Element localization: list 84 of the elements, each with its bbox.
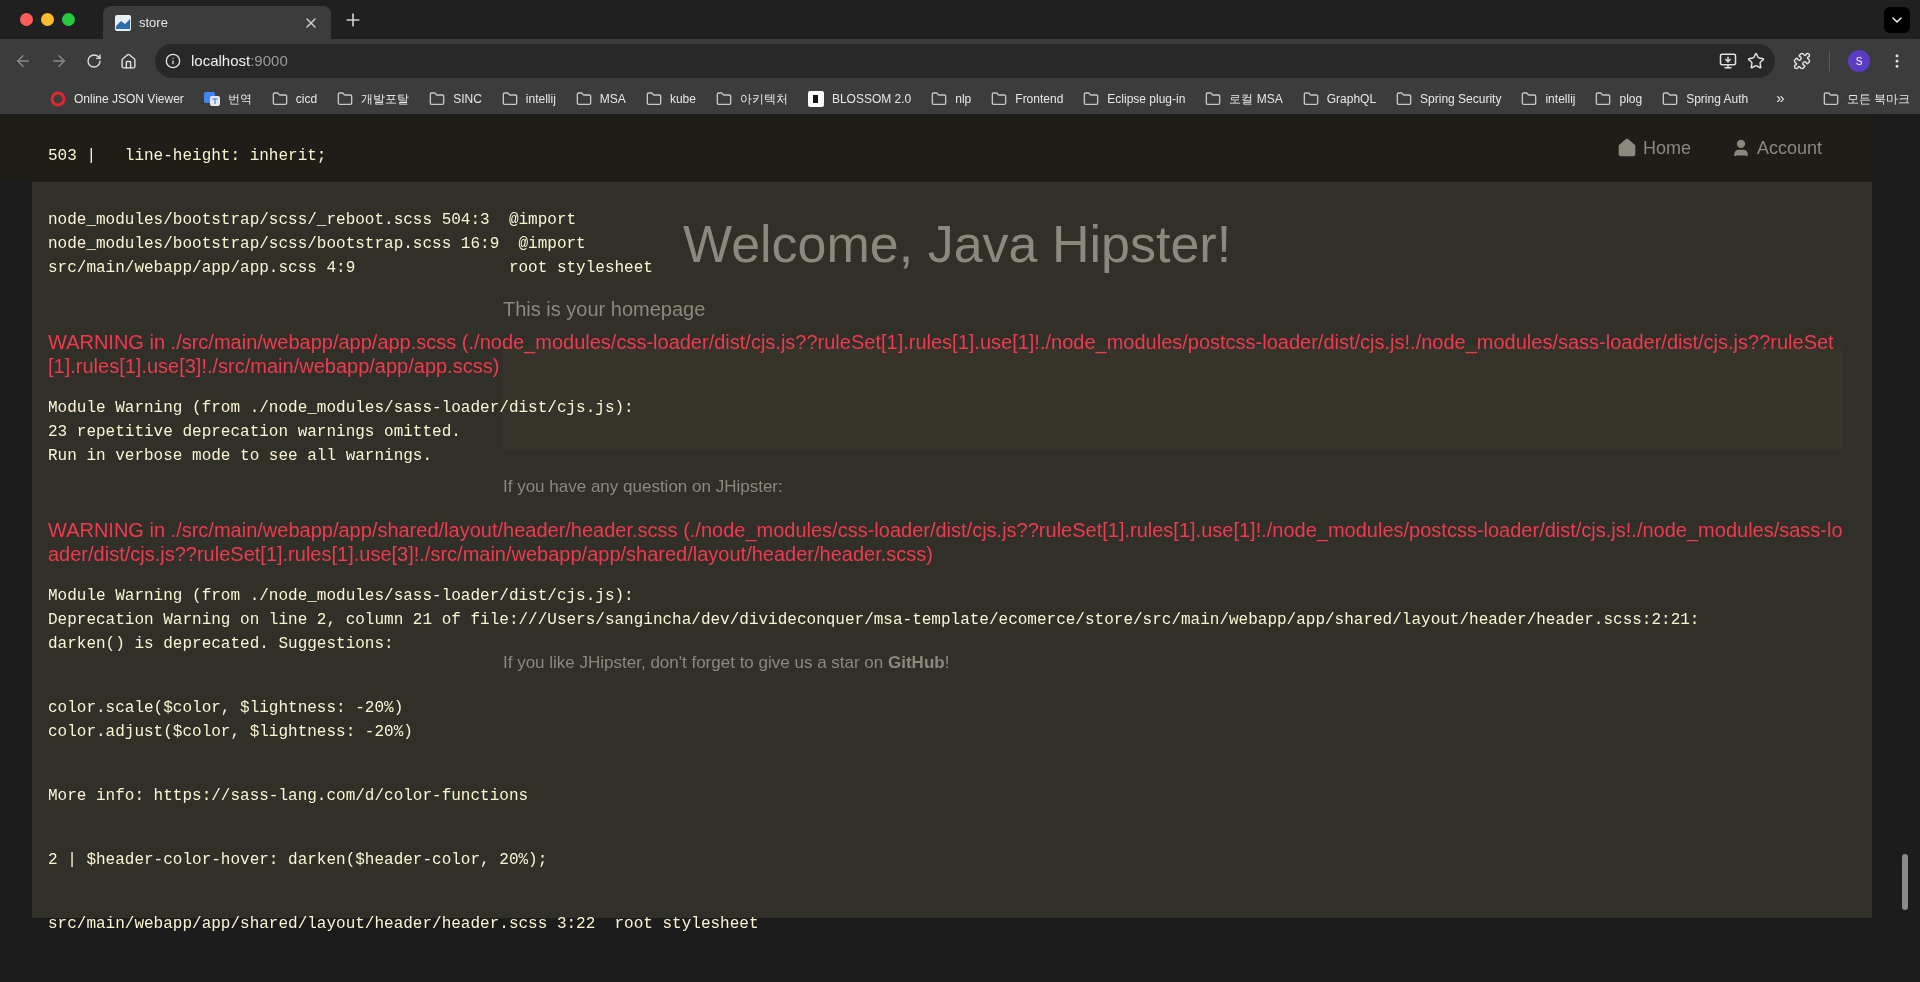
tab-search-button[interactable] bbox=[1884, 6, 1910, 33]
bookmark-item[interactable]: MSA bbox=[569, 86, 632, 111]
star-icon[interactable] bbox=[1747, 52, 1765, 70]
log-line: More info: https://sass-lang.com/d/color-functions bbox=[48, 786, 529, 807]
bookmark-item[interactable]: intellij bbox=[1515, 86, 1582, 111]
folder-icon bbox=[1205, 90, 1222, 107]
all-bookmarks-item[interactable]: 모든 북마크 bbox=[1816, 86, 1916, 111]
profile-avatar[interactable]: S bbox=[1848, 50, 1870, 72]
folder-icon bbox=[1662, 90, 1679, 107]
address-bar[interactable]: localhost:9000 bbox=[155, 44, 1775, 78]
install-icon[interactable] bbox=[1719, 52, 1737, 70]
bookmark-item[interactable]: Frontend bbox=[985, 86, 1070, 111]
nav-link[interactable]: Home bbox=[1616, 134, 1691, 162]
bookmark-item[interactable]: 로컬 MSA bbox=[1199, 86, 1289, 111]
home-icon bbox=[1616, 138, 1637, 158]
log-line: color.scale($color, $lightness: -20%) bbox=[48, 698, 404, 719]
question-text: If you have any question on JHipster: bbox=[503, 476, 783, 498]
site-icon bbox=[807, 90, 824, 107]
reload-icon[interactable] bbox=[86, 53, 102, 69]
bookmark-item[interactable]: plog bbox=[1589, 86, 1649, 111]
close-window-button[interactable] bbox=[20, 13, 33, 26]
log-line: 503 | line-height: inherit; bbox=[48, 146, 327, 167]
more-bookmarks-button[interactable]: » bbox=[1768, 87, 1793, 110]
scrollbar-thumb bbox=[1902, 854, 1908, 910]
page-heading: Welcome, Java Hipster! bbox=[683, 214, 1232, 275]
warning-message: WARNING in ./src/main/webapp/app/app.scss (./node_modules/css-loader/dist/cjs.js??ruleSet[1].rules[1].use[1]!./node_modules/postcss-loader/dist/cjs.js!./node_modules/sass-loader/dist/cjs.js??ruleSet[1].rules[1].use[3]!./src/main/webapp/app/app.scss) bbox=[48, 330, 1835, 378]
bookmark-item[interactable]: Online JSON Viewer bbox=[44, 86, 190, 111]
folder-icon bbox=[1822, 90, 1839, 107]
bookmark-item[interactable]: kube bbox=[639, 86, 702, 111]
favicon-icon bbox=[115, 14, 131, 31]
bookmark-item[interactable]: BLOSSOM 2.0 bbox=[801, 86, 918, 111]
back-icon[interactable] bbox=[14, 52, 32, 70]
bookmark-item[interactable]: cicd bbox=[265, 86, 324, 111]
log-line: 2 | $header-color-hover: darken($header-color, 20%); bbox=[48, 850, 548, 871]
folder-icon bbox=[501, 90, 518, 107]
folder-icon bbox=[1396, 90, 1413, 107]
bookmark-item[interactable]: intellij bbox=[495, 86, 562, 111]
folder-icon bbox=[271, 90, 288, 107]
bookmark-item[interactable]: 개발포탈 bbox=[331, 86, 416, 111]
ring-icon bbox=[50, 90, 66, 107]
bookmark-item[interactable]: Eclipse plug-in bbox=[1077, 86, 1192, 111]
log-line: Module Warning (from ./node_modules/sass-loader/dist/cjs.js): bbox=[48, 398, 634, 419]
log-line: node_modules/bootstrap/scss/_reboot.scss 504:3 @import bbox=[48, 210, 577, 231]
bookmark-item[interactable]: Spring Security bbox=[1390, 86, 1508, 111]
log-line: Deprecation Warning on line 2, column 21 of file:///Users/sangincha/dev/divideconquer/msa-template/ecomerce/store/src/main/webapp/app/shared/layout/header/header.scss:2:21: bbox=[48, 610, 1700, 631]
minimize-window-button[interactable] bbox=[41, 13, 54, 26]
log-line: color.adjust($color, $lightness: -20%) bbox=[48, 722, 413, 743]
log-line: Run in verbose mode to see all warnings. bbox=[48, 446, 433, 467]
log-line: src/main/webapp/app/shared/layout/header/header.scss 3:22 root stylesheet bbox=[48, 914, 759, 935]
folder-icon bbox=[1521, 90, 1538, 107]
folder-icon bbox=[575, 90, 592, 107]
folder-icon bbox=[1595, 90, 1612, 107]
bookmark-item[interactable]: Spring Auth bbox=[1656, 86, 1755, 111]
folder-icon bbox=[645, 90, 662, 107]
folder-icon bbox=[931, 90, 948, 107]
bookmark-item[interactable]: nlp bbox=[925, 86, 978, 111]
folder-icon bbox=[429, 90, 446, 107]
log-line: darken() is deprecated. Suggestions: bbox=[48, 634, 394, 655]
star-note: If you like JHipster, don't forget to give us a star on GitHub! bbox=[503, 651, 950, 674]
zoom-window-button[interactable] bbox=[62, 13, 75, 26]
log-line: src/main/webapp/app/app.scss 4:9 root stylesheet bbox=[48, 258, 653, 279]
folder-icon bbox=[337, 90, 354, 107]
bookmark-item[interactable]: GraphQL bbox=[1296, 86, 1383, 111]
bookmark-item[interactable]: 아키텍처 bbox=[709, 86, 794, 111]
page-subheading: This is your homepage bbox=[503, 297, 706, 322]
site-info-icon[interactable] bbox=[165, 53, 181, 69]
browser-tab[interactable]: store bbox=[103, 6, 331, 39]
folder-icon bbox=[1302, 90, 1319, 107]
url-text: localhost:9000 bbox=[191, 50, 289, 71]
tab-title: store bbox=[139, 13, 169, 32]
log-line: 23 repetitive deprecation warnings omitted. bbox=[48, 422, 461, 443]
nav-link[interactable]: Account bbox=[1730, 134, 1822, 162]
extensions-icon[interactable] bbox=[1793, 52, 1811, 70]
forward-icon[interactable] bbox=[50, 52, 68, 70]
folder-icon bbox=[991, 90, 1008, 107]
home-icon[interactable] bbox=[120, 52, 137, 70]
log-line: Module Warning (from ./node_modules/sass-loader/dist/cjs.js): bbox=[48, 586, 634, 607]
folder-icon bbox=[715, 90, 732, 107]
bookmark-item[interactable]: 번역 bbox=[197, 86, 258, 111]
log-line: node_modules/bootstrap/scss/bootstrap.scss 16:9 @import bbox=[48, 234, 586, 255]
folder-icon bbox=[1083, 90, 1100, 107]
translate-icon bbox=[203, 90, 220, 107]
bookmark-item[interactable]: SINC bbox=[423, 86, 488, 111]
warning-message: WARNING in ./src/main/webapp/app/shared/layout/header/header.scss (./node_modules/css-loader/dist/cjs.js??ruleSet[1].rules[1].use[1]!./node_modules/postcss-loader/dist/cjs.js!./node_modules/sass-loader/dist/cjs.js??ruleSet[1].rules[1].use[3]!./src/main/webapp/app/shared/layout/header/header.scss) bbox=[48, 518, 1844, 566]
